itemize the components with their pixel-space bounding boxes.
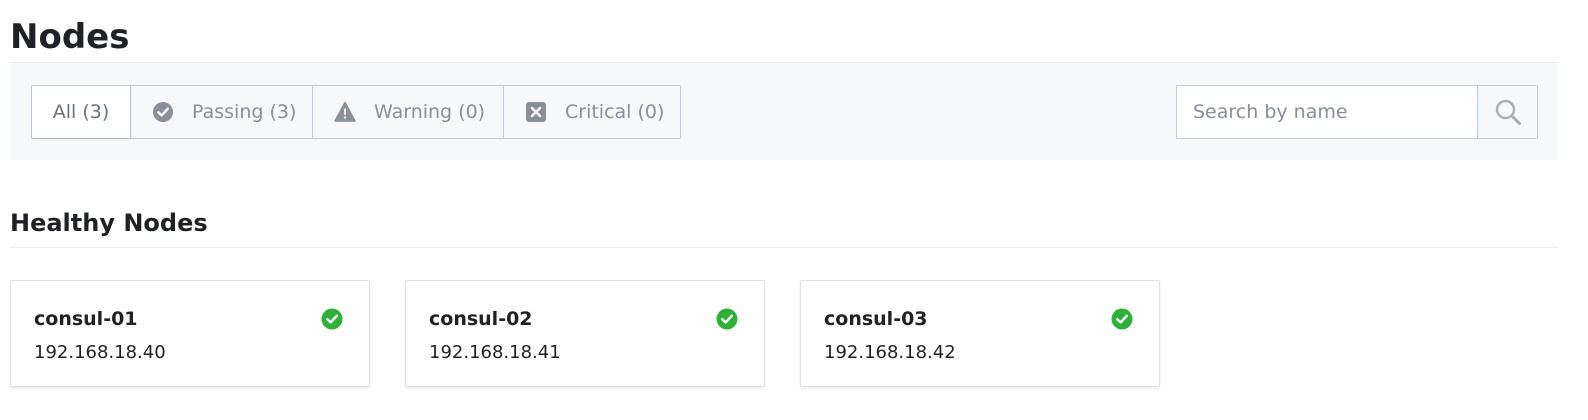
tab-all-label: All (3)	[52, 101, 110, 123]
check-circle-icon	[1111, 308, 1133, 330]
check-circle-icon	[321, 308, 343, 330]
section-title: Healthy Nodes	[10, 209, 208, 237]
tab-critical[interactable]: Critical (0)	[504, 86, 680, 138]
page-title: Nodes	[10, 17, 130, 57]
node-name: consul-03	[824, 308, 928, 330]
search-button[interactable]	[1477, 86, 1537, 138]
node-card[interactable]: consul-03 192.168.18.42	[800, 280, 1160, 387]
section-divider	[10, 247, 1558, 248]
node-name: consul-01	[34, 308, 138, 330]
node-address: 192.168.18.42	[824, 342, 956, 363]
search-box	[1176, 85, 1538, 139]
x-square-icon	[525, 101, 547, 123]
warning-triangle-icon	[334, 101, 356, 123]
filter-bar: All (3) Passing (3) Warning (0) Critical…	[10, 62, 1558, 160]
tab-all[interactable]: All (3)	[32, 86, 131, 138]
search-input[interactable]	[1177, 86, 1477, 138]
tab-warning-label: Warning (0)	[374, 101, 486, 123]
tab-warning[interactable]: Warning (0)	[313, 86, 504, 138]
tab-passing[interactable]: Passing (3)	[131, 86, 313, 138]
check-circle-icon	[716, 308, 738, 330]
node-list: consul-01 192.168.18.40 consul-02 192.16…	[10, 280, 1195, 387]
node-card[interactable]: consul-02 192.168.18.41	[405, 280, 765, 387]
node-address: 192.168.18.40	[34, 342, 166, 363]
tab-passing-label: Passing (3)	[192, 101, 297, 123]
search-icon	[1495, 99, 1521, 125]
node-address: 192.168.18.41	[429, 342, 561, 363]
check-circle-icon	[152, 101, 174, 123]
status-filter-tabs: All (3) Passing (3) Warning (0) Critical…	[31, 85, 681, 139]
node-card[interactable]: consul-01 192.168.18.40	[10, 280, 370, 387]
node-name: consul-02	[429, 308, 533, 330]
tab-critical-label: Critical (0)	[565, 101, 665, 123]
